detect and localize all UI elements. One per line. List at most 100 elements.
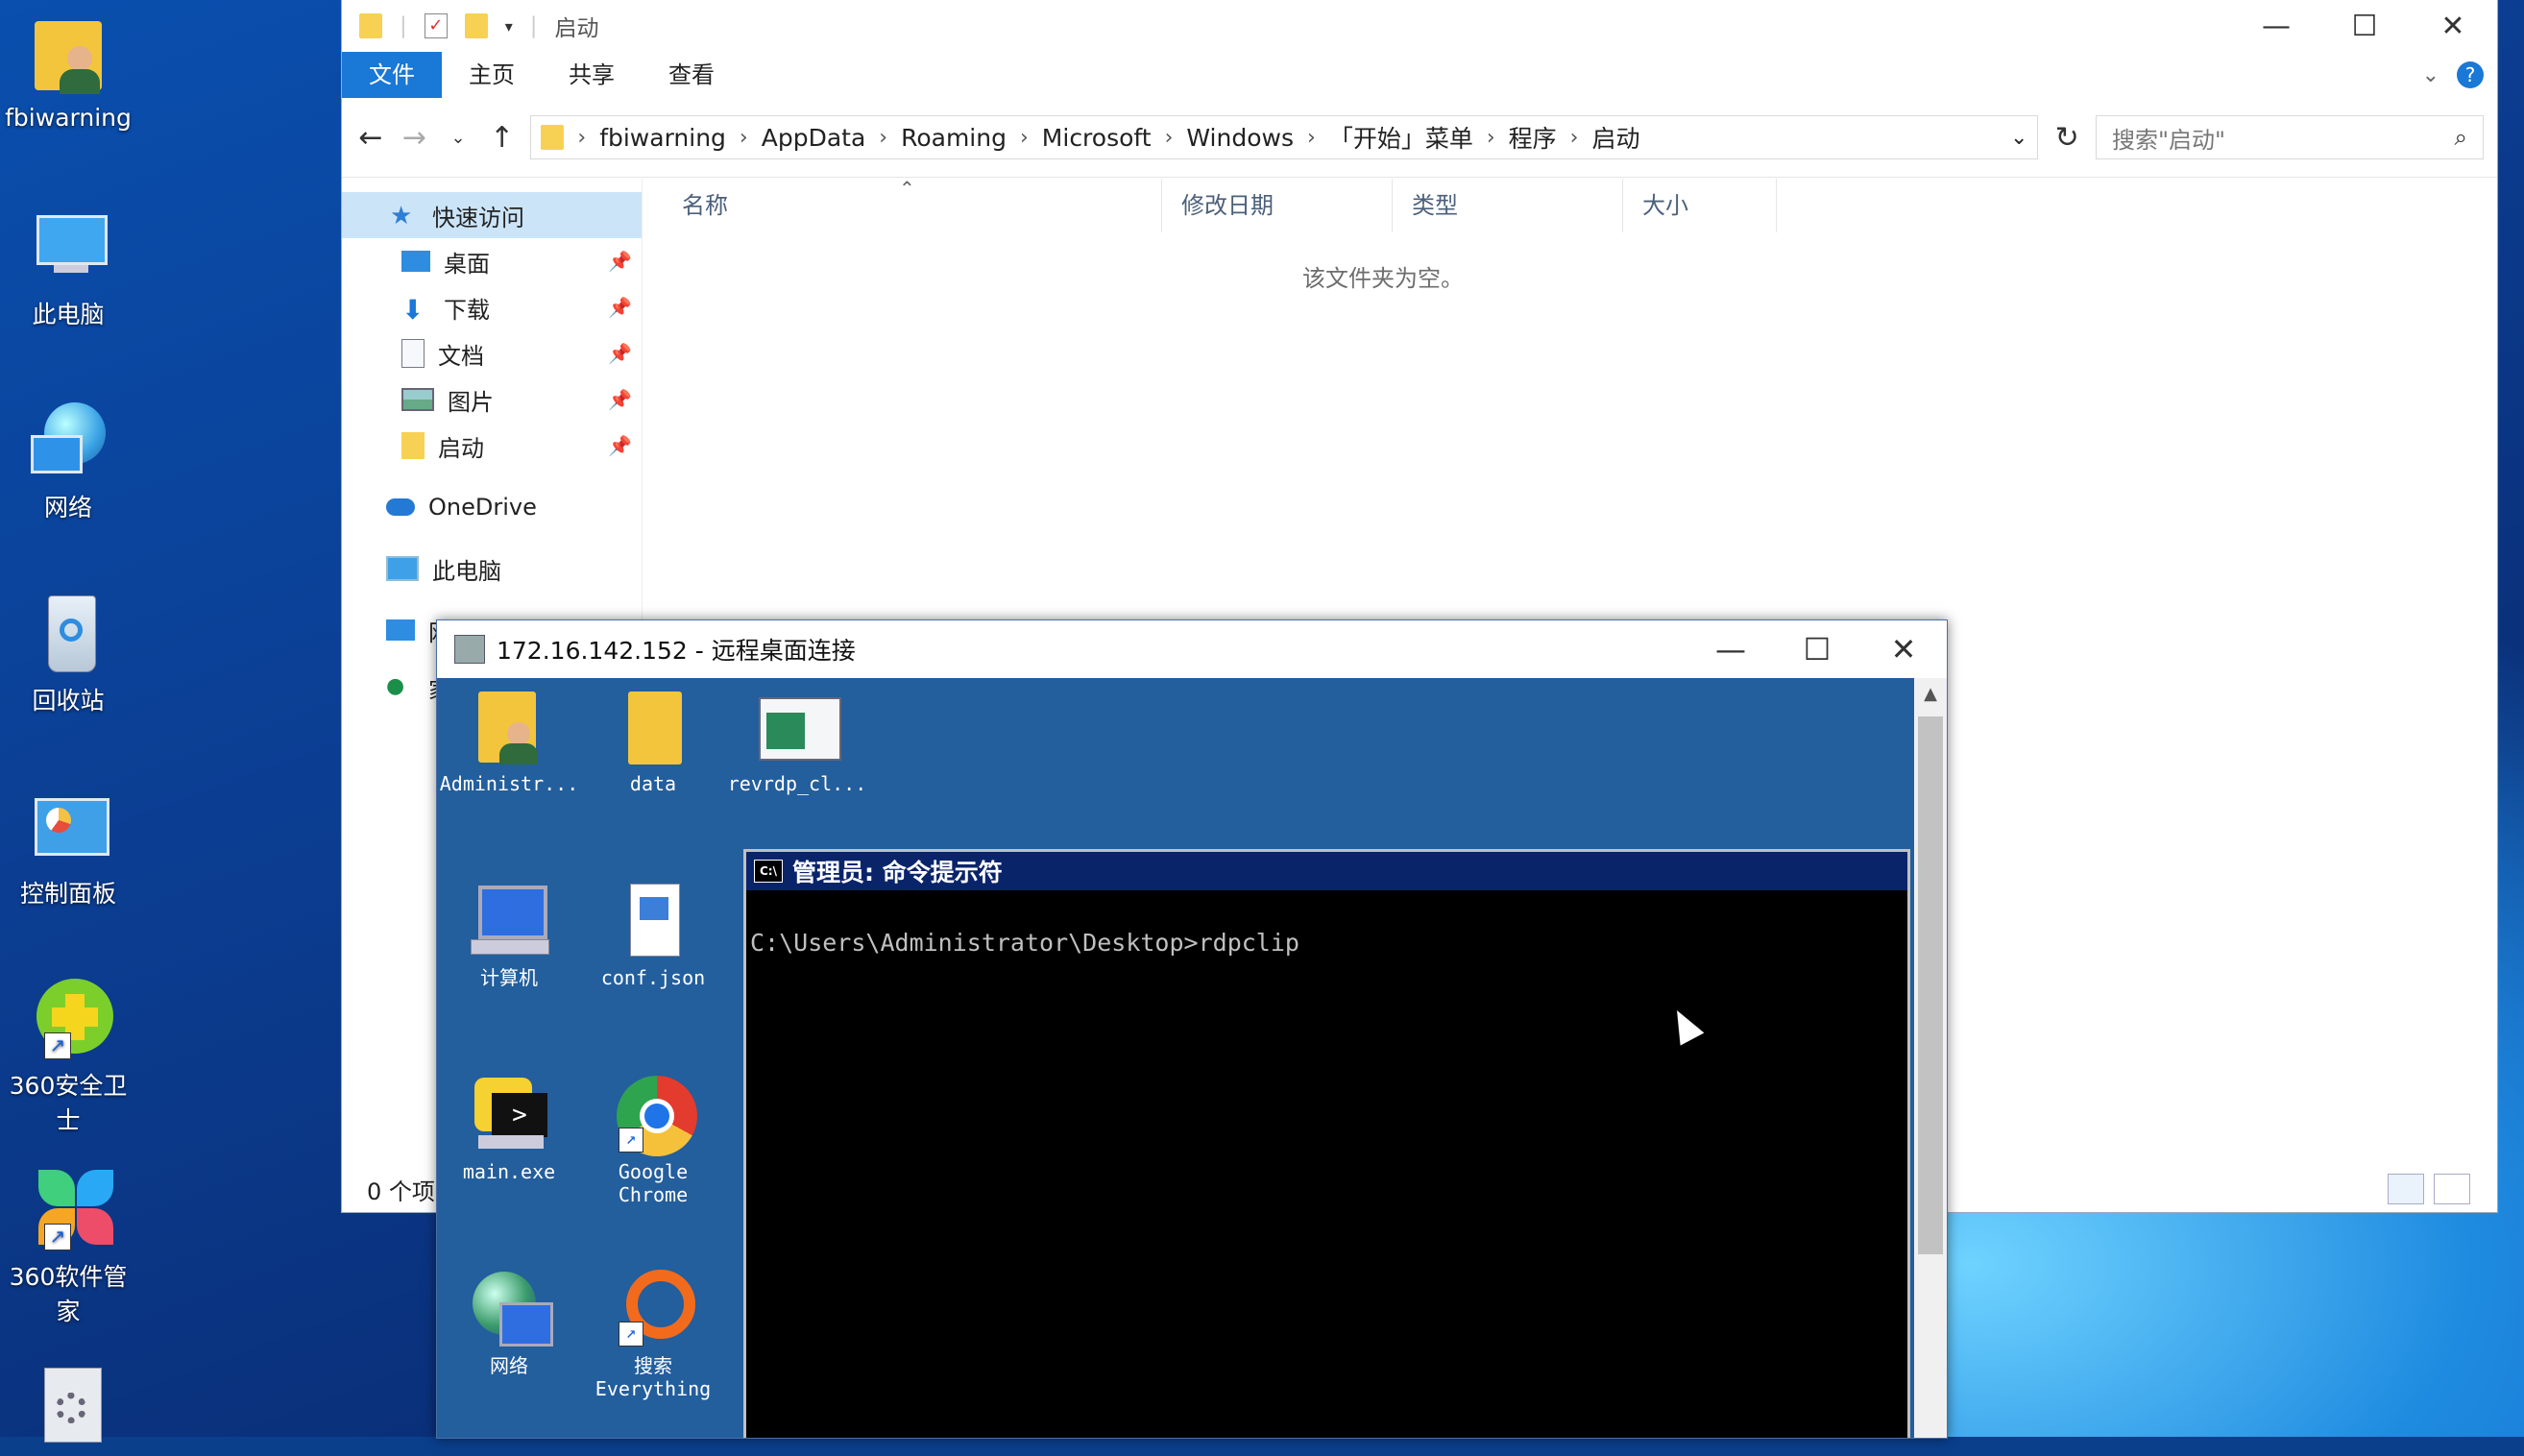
cloud-icon <box>386 498 415 516</box>
explorer-title-bar: | ✓ ▾ | 启动 — ☐ ✕ <box>342 0 2497 52</box>
nav-label: 图片 <box>448 388 494 416</box>
remote-icon-network[interactable]: 网络 <box>437 1270 581 1377</box>
360-security-icon: ↗ <box>25 975 113 1061</box>
desktop-icon-label: 回收站 <box>32 687 105 715</box>
remote-icon-label: main.exe <box>462 1160 556 1183</box>
nav-pictures[interactable]: 图片 📌 <box>342 376 642 423</box>
address-bar[interactable]: › fbiwarning › AppData › Roaming › Microsof… <box>530 115 2039 159</box>
remote-icon-conf-json[interactable]: conf.json <box>581 882 725 989</box>
remote-icon-administrator[interactable]: Administr... <box>437 688 581 795</box>
computer-icon <box>386 556 419 581</box>
desktop-icon-this-pc[interactable]: 此电脑 <box>0 204 136 330</box>
chrome-icon: ↗ <box>615 1076 697 1156</box>
breadcrumb-item[interactable]: 程序 <box>1509 120 1557 155</box>
breadcrumb-item[interactable]: fbiwarning <box>599 124 726 152</box>
quick-access-dropdown-icon[interactable]: ▾ <box>505 17 513 36</box>
computer-icon <box>471 882 549 959</box>
minimize-button[interactable]: — <box>1687 631 1774 667</box>
close-button[interactable]: ✕ <box>2409 10 2497 43</box>
up-icon[interactable]: ↑ <box>487 121 518 155</box>
cmd-output[interactable]: C:\Users\Administrator\Desktop>rdpclip <box>746 890 1907 995</box>
desktop-icon-fbiwarning[interactable]: fbiwarning <box>0 12 136 132</box>
remote-icon-revrdp[interactable]: revrdp_cl... <box>725 688 869 795</box>
minimize-button[interactable]: — <box>2232 10 2320 43</box>
vertical-scrollbar[interactable]: ▲ <box>1914 678 1947 1438</box>
window-title: 启动 <box>554 16 599 41</box>
remote-icon-everything[interactable]: ↗ 搜索 Everything <box>581 1270 725 1400</box>
folder-icon <box>541 125 565 150</box>
breadcrumb-item[interactable]: 「开始」菜单 <box>1329 120 1473 155</box>
desktop-icon-label: 此电脑 <box>32 301 105 328</box>
shortcut-arrow-icon: ↗ <box>619 1322 643 1347</box>
star-icon: ★ <box>390 202 413 231</box>
maximize-button[interactable]: ☐ <box>2320 10 2409 43</box>
tab-file[interactable]: 文件 <box>342 52 442 98</box>
command-prompt-window[interactable]: C:\ 管理员: 命令提示符 C:\Users\Administrator\De… <box>743 849 1910 1438</box>
breadcrumb-item[interactable]: Microsoft <box>1042 124 1152 152</box>
back-icon[interactable]: ← <box>355 121 386 155</box>
scroll-up-icon[interactable]: ▲ <box>1914 684 1947 704</box>
remote-icon-google-chrome[interactable]: ↗ Google Chrome <box>581 1076 725 1206</box>
desktop-icon-label: 360软件管家 <box>9 1263 128 1325</box>
user-folder-icon <box>25 12 111 98</box>
nav-downloads[interactable]: ⬇ 下载 📌 <box>342 284 642 330</box>
breadcrumb-item[interactable]: Roaming <box>901 124 1007 152</box>
recycle-bin-icon <box>25 590 111 676</box>
nav-onedrive[interactable]: OneDrive <box>342 484 642 530</box>
details-view-button[interactable] <box>2388 1174 2424 1204</box>
control-panel-icon <box>25 783 111 869</box>
column-headers: 名称 ⌃ 修改日期 类型 大小 <box>663 177 2497 232</box>
nav-quick-access[interactable]: ★ 快速访问 <box>342 192 642 238</box>
column-type[interactable]: 类型 <box>1393 179 1623 232</box>
pin-icon[interactable]: 📌 <box>608 250 632 273</box>
remote-icon-label: Administr... <box>439 772 579 795</box>
new-folder-icon[interactable] <box>464 13 488 38</box>
remote-icon-main-exe[interactable]: > main.exe <box>437 1076 581 1183</box>
forward-icon[interactable]: → <box>400 121 430 155</box>
close-button[interactable]: ✕ <box>1860 631 1947 667</box>
column-name[interactable]: 名称 ⌃ <box>663 177 1162 232</box>
address-dropdown-icon[interactable]: ⌄ <box>2010 126 2027 150</box>
column-size[interactable]: 大小 <box>1623 179 1777 232</box>
remote-icon-computer[interactable]: 计算机 <box>437 882 581 989</box>
pin-icon[interactable]: 📌 <box>608 388 632 411</box>
breadcrumb-item[interactable]: AppData <box>762 124 866 152</box>
user-folder-icon <box>471 688 547 764</box>
pin-icon[interactable]: 📌 <box>608 434 632 457</box>
pin-icon[interactable]: 📌 <box>608 342 632 365</box>
nav-desktop[interactable]: 桌面 📌 <box>342 238 642 284</box>
refresh-icon[interactable]: ↻ <box>2051 121 2082 155</box>
search-input[interactable]: 搜索"启动" ⌕ <box>2095 115 2484 159</box>
pin-icon[interactable]: 📌 <box>608 296 632 319</box>
remote-icon-label: revrdp_cl... <box>727 772 867 795</box>
tab-share[interactable]: 共享 <box>542 52 642 98</box>
desktop-icon-network[interactable]: 网络 <box>0 397 136 523</box>
large-icons-view-button[interactable] <box>2434 1174 2470 1204</box>
desktop-icon-control-panel[interactable]: 控制面板 <box>0 783 136 910</box>
column-date[interactable]: 修改日期 <box>1162 179 1393 232</box>
ribbon-expand-icon[interactable]: ⌄ <box>2422 63 2439 87</box>
desktop-icon-360-security[interactable]: ↗ 360安全卫士 <box>0 975 136 1136</box>
desktop-icon-recycle-bin[interactable]: 回收站 <box>0 590 136 716</box>
nav-documents[interactable]: 文档 📌 <box>342 330 642 376</box>
tab-view[interactable]: 查看 <box>642 52 741 98</box>
tab-home[interactable]: 主页 <box>442 52 542 98</box>
nav-startup[interactable]: 启动 📌 <box>342 423 642 469</box>
maximize-button[interactable]: ☐ <box>1774 631 1860 667</box>
nav-this-pc[interactable]: 此电脑 <box>342 546 642 592</box>
desktop-icon <box>401 251 430 272</box>
settings-icon <box>25 1364 111 1450</box>
remote-icon-label: 计算机 <box>480 966 538 989</box>
column-label: 名称 <box>682 192 728 219</box>
scrollbar-thumb[interactable] <box>1918 716 1943 1254</box>
breadcrumb-item[interactable]: 启动 <box>1591 120 1639 155</box>
breadcrumb-item[interactable]: Windows <box>1186 124 1294 152</box>
rdp-window-title: 172.16.142.152 - 远程桌面连接 <box>497 637 856 665</box>
recent-locations-icon[interactable]: ⌄ <box>443 128 473 148</box>
remote-icon-data[interactable]: data <box>581 688 725 795</box>
remote-desktop-area: Administr... data revrdp_cl... 计算机 conf.… <box>437 678 1947 1438</box>
help-icon[interactable]: ? <box>2457 61 2484 88</box>
desktop-icon-360-software[interactable]: ↗ 360软件管家 <box>0 1166 136 1327</box>
properties-icon[interactable]: ✓ <box>424 13 448 38</box>
desktop-icon-settings[interactable] <box>0 1364 136 1456</box>
